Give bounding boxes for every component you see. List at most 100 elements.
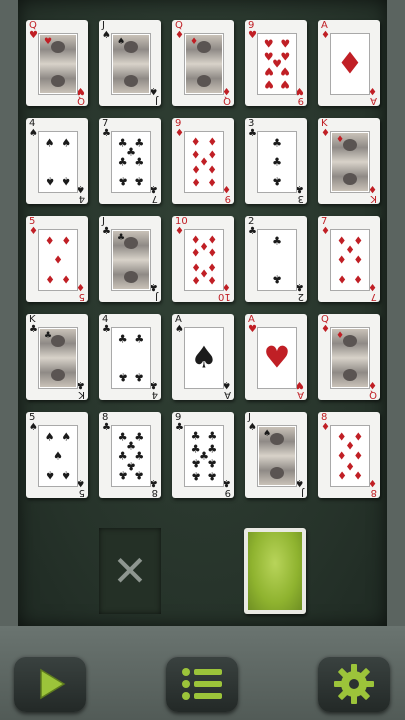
playing-card[interactable]: 10 ♦ 10 ♦ ♦ ♦ ♦ ♦ ♦ ♦ ♦ ♦ ♦ ♦ [172, 216, 234, 302]
card-face: ♠ [111, 33, 151, 95]
playing-card[interactable]: J ♣ J ♣ ♣ [99, 216, 161, 302]
card-rank: 10 [218, 291, 231, 302]
court-head [124, 75, 138, 87]
playing-card[interactable]: K ♣ K ♣ ♣ [26, 314, 88, 400]
discard-pile[interactable]: ✕ [99, 528, 161, 614]
court-figure: ♦ [332, 329, 368, 387]
gear-icon [334, 664, 374, 704]
card-rank: 4 [78, 193, 85, 204]
card-index: 5 ♦ [29, 217, 38, 237]
playing-card[interactable]: 8 ♣ 8 ♣ ♣ ♣ ♣ ♣ ♣ ♣ ♣ ♣ [99, 412, 161, 498]
playing-card[interactable]: 9 ♣ 9 ♣ ♣ ♣ ♣ ♣ ♣ ♣ ♣ ♣ ♣ [172, 412, 234, 498]
playing-card[interactable]: A ♠ A ♠ ♠ [172, 314, 234, 400]
card-index: A ♠ [175, 315, 184, 335]
card-rank: Q [77, 95, 85, 106]
court-head [51, 41, 65, 53]
court-figure: ♦ [186, 35, 222, 93]
playing-card[interactable]: 7 ♦ 7 ♦ ♦ ♦ ♦ ♦ ♦ ♦ ♦ [318, 216, 380, 302]
playing-card[interactable]: 2 ♣ 2 ♣ ♣ ♣ [245, 216, 307, 302]
stock-pile[interactable] [244, 528, 306, 614]
suit-pip: ♣ [117, 370, 128, 384]
card-index: 8 ♣ [102, 413, 111, 433]
play-button[interactable] [14, 656, 86, 712]
playing-card[interactable]: 4 ♣ 4 ♣ ♣ ♣ ♣ ♣ [99, 314, 161, 400]
playing-card[interactable]: 4 ♠ 4 ♠ ♠ ♠ ♠ ♠ [26, 118, 88, 204]
suit-pip: ♦ [61, 234, 72, 248]
suit-pip: ♦ [61, 272, 72, 286]
suit-pip: ♣ [272, 136, 282, 150]
suit-pip: ♣ [134, 370, 145, 384]
court-head [51, 335, 65, 347]
suit-pip: ♦ [207, 273, 218, 287]
menu-button[interactable] [166, 656, 238, 712]
card-face: ♠ ♠ ♠ ♠ [38, 131, 78, 193]
card-suit: ♦ [321, 128, 330, 139]
suit-pip: ♣ [190, 456, 201, 470]
card-rank: A [370, 95, 377, 106]
card-suit: ♦ [175, 226, 184, 237]
playing-card[interactable]: A ♦ A ♦ ♦ [318, 20, 380, 106]
card-rank: 4 [151, 389, 158, 400]
card-index: Q ♥ [29, 21, 38, 41]
playing-card[interactable]: Q ♥ Q ♥ ♥ [26, 20, 88, 106]
suit-pip: ♦ [207, 135, 218, 149]
playing-card[interactable]: Q ♦ Q ♦ ♦ [172, 20, 234, 106]
suit-pip: ♣ [272, 174, 282, 188]
playing-card[interactable]: 5 ♦ 5 ♦ ♦ ♦ ♦ ♦ ♦ [26, 216, 88, 302]
suit-pip: ♥ [280, 77, 291, 91]
court-head [124, 237, 138, 249]
suit-pip: ♣ [190, 469, 201, 483]
card-face: ♦ ♦ ♦ ♦ ♦ ♦ ♦ ♦ ♦ ♦ [184, 229, 224, 291]
playing-card[interactable]: J ♠ J ♠ ♠ [99, 20, 161, 106]
card-rank: A [297, 389, 304, 400]
suit-pip: ♠ [44, 468, 55, 482]
playing-card[interactable]: 9 ♦ 9 ♦ ♦ ♦ ♦ ♦ ♦ ♦ ♦ ♦ ♦ [172, 118, 234, 204]
suit-pip: ♦ [336, 253, 347, 267]
playing-card[interactable]: J ♠ J ♠ ♠ [245, 412, 307, 498]
court-figure: ♣ [40, 329, 76, 387]
suit-pip: ♦ [336, 331, 345, 341]
suit-pip: ♣ [207, 456, 218, 470]
settings-button[interactable] [318, 656, 390, 712]
close-icon: ✕ [112, 546, 148, 596]
suit-pip: ♣ [272, 272, 282, 286]
card-suit: ♣ [102, 128, 111, 139]
playing-card[interactable]: Q ♦ Q ♦ ♦ [318, 314, 380, 400]
card-index: J ♠ [248, 413, 257, 433]
court-head [124, 271, 138, 283]
playing-card[interactable]: 8 ♦ 8 ♦ ♦ ♦ ♦ ♦ ♦ ♦ ♦ ♦ [318, 412, 380, 498]
card-face: ♦ ♦ ♦ ♦ ♦ [38, 229, 78, 291]
court-figure: ♣ [113, 231, 149, 289]
card-back [248, 532, 302, 610]
suit-pip: ♣ [117, 468, 128, 482]
suit-pip: ♣ [117, 233, 126, 243]
card-suit: ♠ [29, 128, 38, 139]
court-head [343, 369, 357, 381]
playing-card[interactable]: A ♥ A ♥ ♥ [245, 314, 307, 400]
card-index: K ♦ [321, 119, 330, 139]
card-suit: ♣ [29, 324, 38, 335]
suit-pip: ♦ [207, 162, 218, 176]
card-face: ♣ ♣ ♣ ♣ ♣ ♣ ♣ ♣ [111, 425, 151, 487]
menu-icon [182, 668, 222, 700]
suit-pip: ♦ [44, 272, 55, 286]
card-suit: ♦ [175, 128, 184, 139]
suit-pip: ♣ [117, 332, 128, 346]
suit-pip: ♠ [61, 468, 72, 482]
playing-card[interactable]: 7 ♣ 7 ♣ ♣ ♣ ♣ ♣ ♣ ♣ ♣ [99, 118, 161, 204]
playing-card[interactable]: 5 ♠ 5 ♠ ♠ ♠ ♠ ♠ ♠ [26, 412, 88, 498]
suit-pip: ♠ [44, 174, 55, 188]
card-suit: ♠ [248, 422, 257, 433]
court-head [343, 335, 357, 347]
playing-card[interactable]: 9 ♥ 9 ♥ ♥ ♥ ♥ ♥ ♥ ♥ ♥ ♥ ♥ [245, 20, 307, 106]
card-suit: ♣ [102, 422, 111, 433]
card-face: ♥ [38, 33, 78, 95]
court-figure: ♠ [113, 35, 149, 93]
card-index: J ♠ [102, 21, 111, 41]
playing-card[interactable]: K ♦ K ♦ ♦ [318, 118, 380, 204]
card-face: ♦ ♦ ♦ ♦ ♦ ♦ ♦ ♦ ♦ [184, 131, 224, 193]
suit-pip: ♥ [263, 37, 274, 51]
playing-card[interactable]: 3 ♣ 3 ♣ ♣ ♣ ♣ [245, 118, 307, 204]
card-face: ♦ ♦ ♦ ♦ ♦ ♦ ♦ ♦ [330, 425, 370, 487]
card-suit: ♣ [248, 128, 257, 139]
